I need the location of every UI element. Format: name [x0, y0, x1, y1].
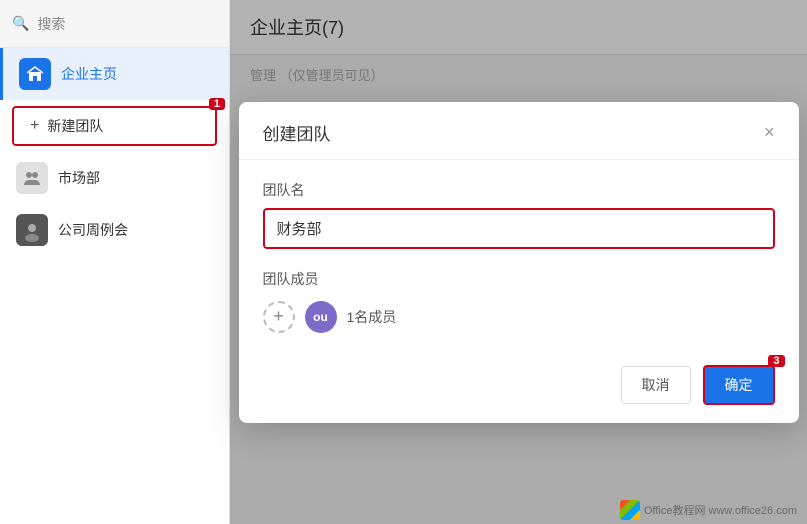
- dialog-footer: 取消 确定 3: [239, 353, 799, 423]
- new-team-label: 新建团队: [47, 116, 103, 136]
- plus-icon: +: [30, 117, 39, 135]
- dialog-header: 创建团队 ×: [239, 102, 799, 160]
- create-team-dialog: 创建团队 × 团队名 团队成员 + ou 1名成员: [239, 102, 799, 423]
- search-icon: 🔍: [12, 15, 29, 32]
- weekly-icon: [16, 214, 48, 246]
- member-avatar: ou: [305, 301, 337, 333]
- team-name-label: 团队名: [263, 180, 775, 200]
- dialog-body: 团队名 团队成员 + ou 1名成员: [239, 160, 799, 353]
- modal-overlay: 创建团队 × 团队名 团队成员 + ou 1名成员: [230, 0, 807, 524]
- team-name-input[interactable]: [265, 210, 773, 247]
- member-avatar-text: ou: [313, 310, 328, 324]
- step-badge-3: 3: [768, 355, 784, 367]
- new-team-button[interactable]: 1 + 新建团队: [12, 106, 217, 146]
- member-count: 1名成员: [347, 307, 397, 327]
- sidebar-item-weekly-label: 公司周例会: [58, 220, 128, 240]
- home-icon: [19, 58, 51, 90]
- close-button[interactable]: ×: [764, 123, 775, 141]
- search-label: 搜索: [37, 14, 65, 34]
- sidebar-item-enterprise-home-label: 企业主页: [61, 64, 117, 84]
- add-member-button[interactable]: +: [263, 301, 295, 333]
- cancel-button[interactable]: 取消: [621, 366, 691, 404]
- team-name-field-wrap: [263, 208, 775, 249]
- dialog-title: 创建团队: [263, 120, 331, 145]
- search-bar[interactable]: 🔍 搜索: [0, 0, 229, 48]
- main-area: 企业主页(7) 管理 （仅管理员可见） 创建团队 × 团队名 团队成员 +: [230, 0, 807, 524]
- watermark: Office教程网 www.office26.com: [620, 500, 797, 520]
- marketing-icon: [16, 162, 48, 194]
- office-logo-icon: [620, 500, 640, 520]
- members-row: + ou 1名成员: [263, 301, 775, 333]
- sidebar: 🔍 搜索 企业主页 1 + 新建团队 市场部: [0, 0, 230, 524]
- sidebar-item-enterprise-home[interactable]: 企业主页: [0, 48, 229, 100]
- sidebar-item-marketing-label: 市场部: [58, 168, 100, 188]
- watermark-text: Office教程网 www.office26.com: [644, 502, 797, 518]
- add-member-icon: +: [273, 306, 284, 327]
- sidebar-item-marketing[interactable]: 市场部: [0, 152, 229, 204]
- step-badge-1: 1: [209, 98, 225, 110]
- confirm-button[interactable]: 确定: [703, 365, 775, 405]
- sidebar-item-weekly[interactable]: 公司周例会: [0, 204, 229, 256]
- members-label: 团队成员: [263, 269, 775, 289]
